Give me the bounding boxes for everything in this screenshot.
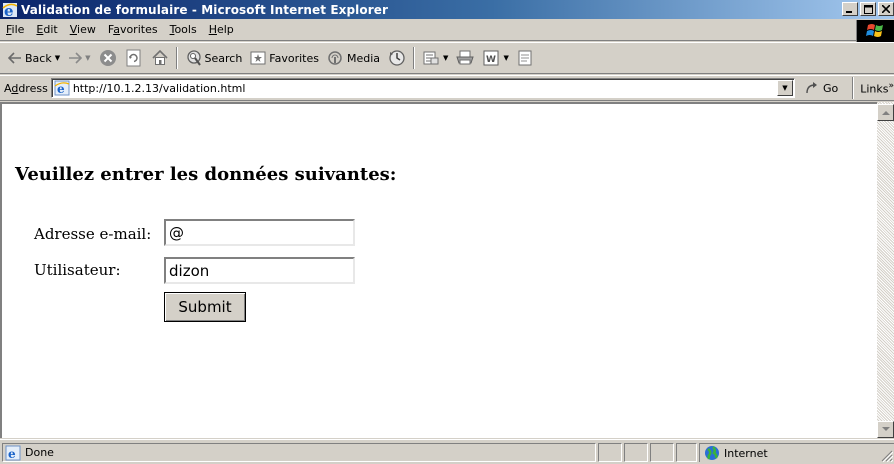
links-separator — [852, 77, 855, 99]
status-pane-progress — [598, 443, 622, 462]
close-button[interactable] — [878, 2, 894, 16]
scroll-up-arrow-icon — [881, 111, 890, 115]
email-input[interactable] — [164, 219, 355, 246]
links-button[interactable]: Links» — [860, 81, 894, 96]
back-button[interactable]: Back ▼ — [4, 52, 64, 65]
scroll-down-button[interactable] — [877, 421, 894, 438]
home-button[interactable] — [147, 49, 173, 67]
user-label: Utilisateur: — [34, 261, 121, 279]
print-button[interactable] — [452, 50, 478, 66]
window-controls — [842, 2, 894, 16]
scroll-down-arrow-icon — [881, 427, 890, 431]
toolbar-separator — [175, 47, 178, 69]
svg-text:W: W — [486, 55, 496, 65]
print-icon — [456, 50, 475, 65]
toolbar-separator — [413, 47, 416, 69]
edit-dropdown-icon[interactable]: ▼ — [503, 54, 508, 62]
scroll-up-button[interactable] — [877, 104, 894, 121]
history-button[interactable] — [384, 49, 410, 67]
history-icon — [389, 50, 405, 66]
page-viewport — [0, 102, 894, 438]
close-icon — [882, 5, 890, 13]
status-pane-privacy — [676, 443, 697, 462]
address-url[interactable]: http://10.1.2.13/validation.html — [73, 82, 246, 95]
mail-icon — [423, 51, 439, 65]
status-pane-secure — [624, 443, 648, 462]
menu-edit[interactable]: Edit — [30, 23, 63, 36]
resize-grip-icon[interactable] — [881, 450, 893, 462]
media-label: Media — [347, 51, 381, 65]
media-button[interactable]: Media — [323, 50, 384, 66]
favorites-label: Favorites — [269, 51, 319, 65]
forward-arrow-icon — [69, 52, 83, 64]
refresh-icon — [126, 49, 140, 67]
address-dropdown-button[interactable]: ▼ — [776, 80, 793, 96]
menu-tools[interactable]: Tools — [164, 23, 203, 36]
maximize-icon — [863, 4, 873, 14]
vertical-scrollbar[interactable] — [877, 102, 894, 438]
submit-button[interactable]: Submit — [164, 292, 246, 322]
chevron-down-icon: ▼ — [782, 84, 788, 92]
page-heading: Veuillez entrer les données suivantes: — [15, 164, 397, 185]
window-title: Validation de formulaire - Microsoft Int… — [21, 2, 389, 17]
back-label: Back — [25, 51, 52, 65]
stop-button[interactable] — [95, 49, 121, 67]
ie-page-icon: e — [54, 80, 70, 96]
discuss-button[interactable] — [513, 49, 537, 67]
address-bar: Address e http://10.1.2.13/validation.ht… — [0, 75, 894, 101]
done-page-icon: e — [5, 445, 21, 461]
go-arrow-icon — [806, 82, 817, 94]
discuss-icon — [518, 50, 532, 66]
menu-bar: File Edit View Favorites Tools Help — [0, 19, 894, 41]
security-zone[interactable]: Internet — [699, 443, 894, 462]
menu-help[interactable]: Help — [203, 23, 240, 36]
menu-file[interactable]: File — [0, 23, 30, 36]
mail-button[interactable]: ▼ — [418, 50, 452, 66]
minimize-icon — [846, 11, 852, 13]
menu-view[interactable]: View — [64, 23, 102, 36]
search-icon — [186, 50, 201, 66]
svg-text:e: e — [8, 447, 16, 461]
forward-dropdown-icon[interactable]: ▼ — [85, 54, 90, 62]
internet-globe-icon — [705, 446, 719, 460]
title-bar[interactable]: e Validation de formulaire - Microsoft I… — [0, 0, 894, 20]
status-text: Done — [25, 446, 54, 459]
email-label: Adresse e-mail: — [34, 225, 152, 243]
menu-favorites[interactable]: Favorites — [102, 23, 164, 36]
home-icon — [151, 49, 168, 65]
stop-icon — [99, 50, 116, 66]
word-edit-icon: W — [483, 50, 499, 66]
forward-button[interactable]: ▼ — [64, 52, 94, 64]
search-button[interactable]: Search — [181, 49, 247, 67]
favorites-button[interactable]: Favorites — [246, 50, 323, 66]
mail-dropdown-icon[interactable]: ▼ — [443, 54, 448, 62]
ie-logo-icon: e — [2, 2, 18, 20]
security-zone-label: Internet — [724, 446, 768, 460]
address-label: Address — [4, 81, 48, 95]
favorites-star-icon — [250, 51, 266, 65]
go-button[interactable]: Go — [805, 81, 838, 95]
search-label: Search — [204, 51, 243, 65]
username-input[interactable] — [164, 257, 355, 284]
refresh-button[interactable] — [121, 49, 147, 67]
standard-toolbar: Back ▼ ▼ Search Favorites Media ▼ W ▼ — [0, 42, 894, 74]
back-arrow-icon — [8, 52, 21, 64]
status-text-pane: e Done — [2, 443, 596, 462]
minimize-button[interactable] — [842, 2, 858, 16]
address-field[interactable]: e http://10.1.2.13/validation.html ▼ — [50, 78, 795, 98]
status-bar: e Done Internet — [0, 439, 894, 463]
edit-button[interactable]: W ▼ — [478, 49, 512, 67]
status-pane-offline — [650, 443, 674, 462]
back-dropdown-icon[interactable]: ▼ — [55, 54, 60, 62]
media-icon — [328, 51, 342, 65]
go-label: Go — [822, 81, 839, 95]
restore-button[interactable] — [860, 2, 876, 16]
windows-logo-icon — [856, 20, 894, 42]
